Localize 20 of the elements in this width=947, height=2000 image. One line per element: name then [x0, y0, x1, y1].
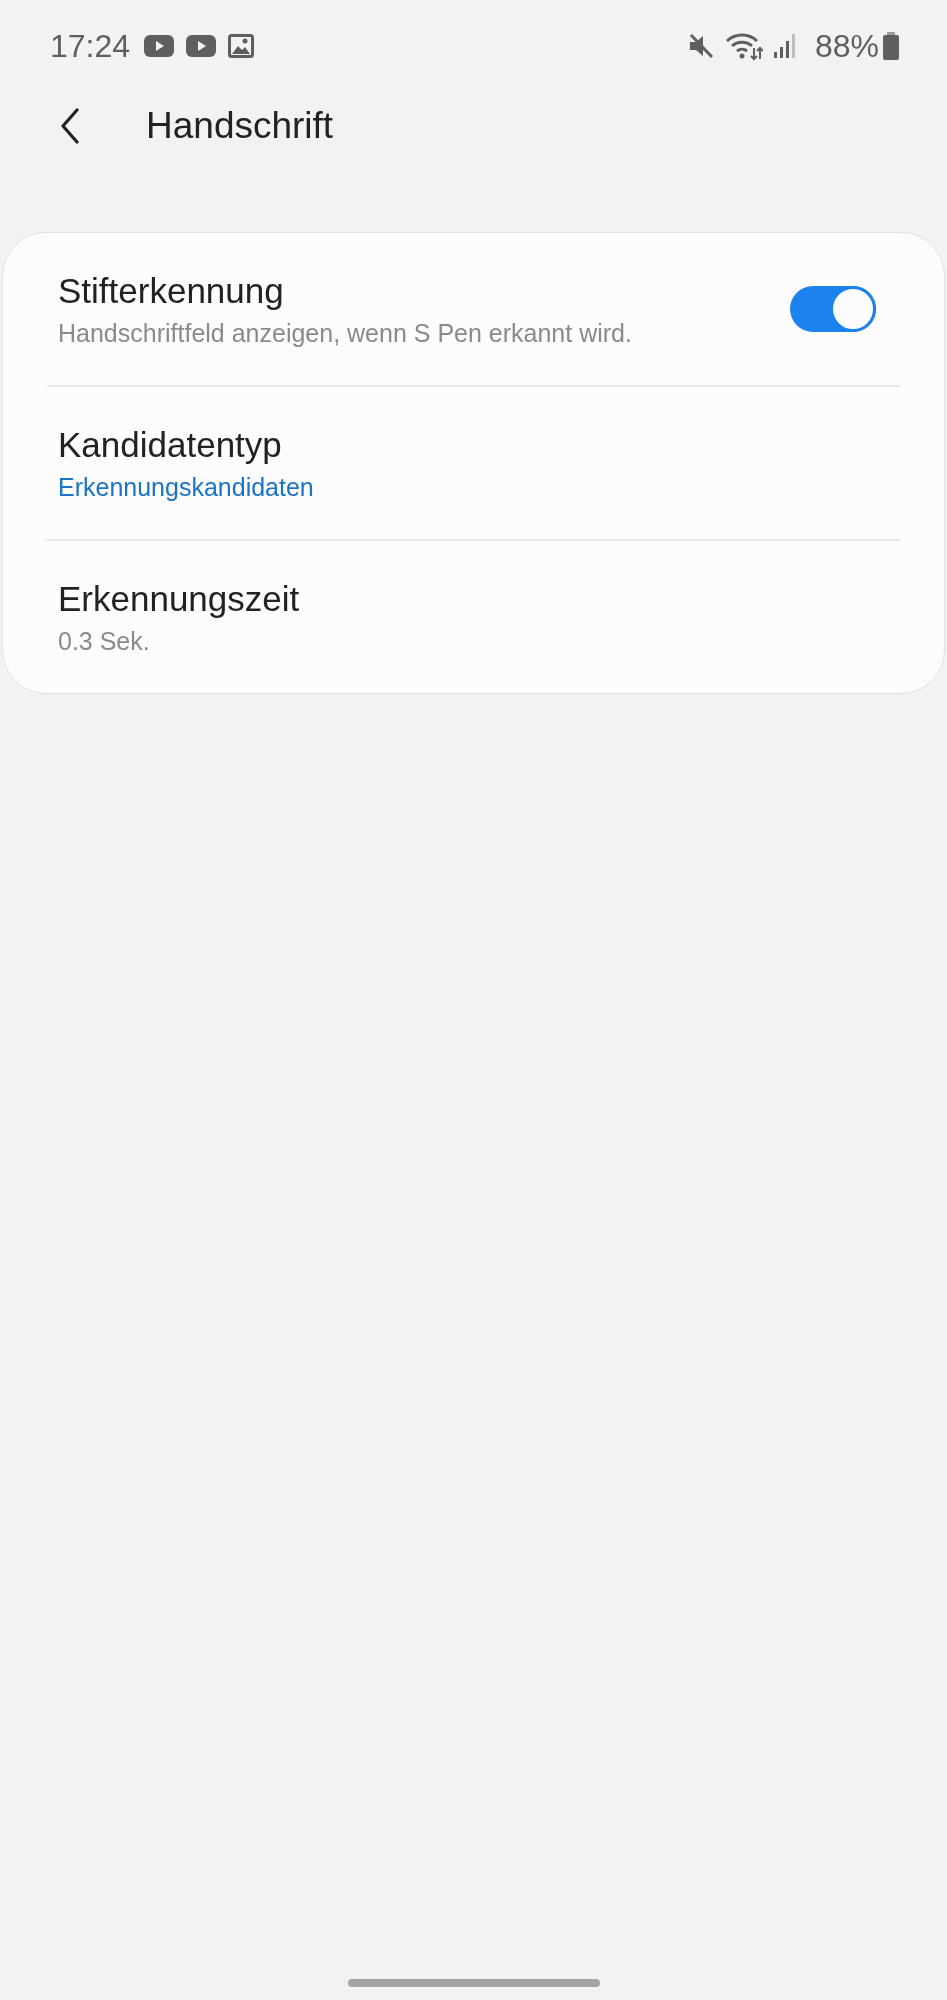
toggle-switch[interactable]	[790, 286, 876, 332]
setting-title: Stifterkennung	[58, 270, 285, 311]
setting-summary: 0.3 Sek.	[58, 626, 151, 656]
setting-summary: Handschriftfeld anzeigen, wenn S Pen erkannt wird.	[58, 318, 632, 348]
signal-icon	[772, 33, 797, 59]
battery-icon	[883, 32, 899, 60]
status-time: 17:24	[50, 27, 131, 65]
page-title: Handschrift	[146, 105, 334, 147]
setting-summary: Erkennungskandidaten	[58, 472, 314, 502]
setting-title: Erkennungszeit	[58, 578, 300, 619]
wifi-icon	[724, 31, 763, 61]
image-icon	[228, 34, 255, 58]
setting-title: Kandidatentyp	[58, 424, 283, 465]
play-icon	[186, 35, 217, 57]
setting-row[interactable]: Stifterkennung Handschriftfeld anzeigen, wenn S Pen erkannt wird.	[3, 233, 944, 385]
setting-row[interactable]: Kandidatentyp Erkennungskandidaten	[3, 387, 944, 539]
play-icon	[144, 35, 175, 57]
back-icon	[60, 108, 80, 144]
battery-percent: 88%	[814, 27, 879, 65]
setting-row[interactable]: Erkennungszeit 0.3 Sek.	[3, 541, 944, 693]
